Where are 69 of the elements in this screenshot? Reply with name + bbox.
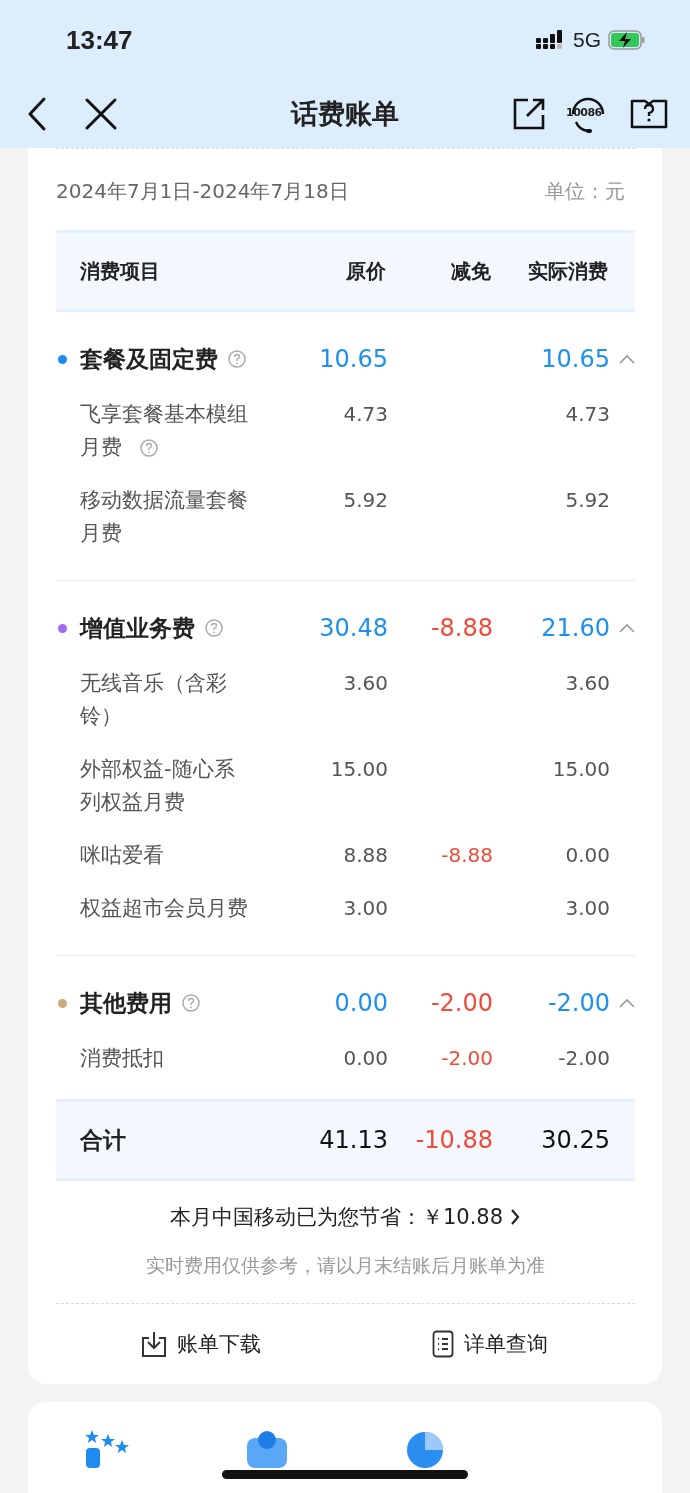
detail-query-button[interactable]: 详单查询: [345, 1330, 635, 1358]
total-actual: 30.25: [540, 1125, 610, 1156]
unit-label: 单位：元: [545, 177, 626, 205]
download-bill-button[interactable]: 账单下载: [56, 1330, 346, 1358]
original-price: 0.00: [342, 1045, 388, 1072]
savings-link[interactable]: 本月中国移动已为您节省：￥10.88: [169, 1203, 522, 1231]
discount-amount: -8.88: [440, 842, 493, 869]
actual-amount: 0.00: [564, 842, 610, 869]
column-header: 实际消费: [527, 257, 609, 285]
stars-people-icon: [84, 1428, 130, 1468]
category-title: 其他费用: [80, 988, 172, 1018]
actual-amount: 5.92: [564, 487, 610, 514]
category-title: 套餐及固定费: [80, 344, 218, 374]
column-header: 原价: [345, 257, 387, 285]
list-document-icon: [432, 1330, 455, 1358]
column-header: 消费项目: [80, 257, 161, 285]
close-icon[interactable]: [84, 97, 118, 131]
total-discount: -10.88: [414, 1125, 493, 1156]
discount-amount: -2.00: [429, 988, 493, 1019]
fee-item-name: 外部权益-随心系列权益月费: [80, 756, 236, 816]
original-price: 3.60: [342, 670, 388, 697]
help-icon[interactable]: [228, 350, 246, 368]
actual-amount: 15.00: [551, 756, 610, 783]
actual-amount: 21.60: [540, 613, 610, 644]
fee-item-name: 无线音乐（含彩铃）: [80, 670, 228, 730]
original-price: 4.73: [342, 401, 388, 428]
original-price: 8.88: [342, 842, 388, 869]
total-original: 41.13: [318, 1125, 388, 1156]
back-icon[interactable]: [26, 96, 48, 132]
actual-amount: 4.73: [564, 401, 610, 428]
bill-period: 2024年7月1日-2024年7月18日: [56, 177, 349, 205]
original-price: 3.00: [342, 895, 388, 922]
collapse-icon[interactable]: [619, 354, 635, 364]
disclaimer-text: 实时费用仅供参考，请以月末结账后月账单为准: [145, 1253, 546, 1278]
collapse-icon[interactable]: [619, 623, 635, 633]
original-price: 15.00: [329, 756, 388, 783]
network-label: 5G: [573, 28, 601, 52]
fee-item-name: 权益超市会员月费: [80, 895, 249, 922]
column-header: 减免: [450, 257, 492, 285]
original-price: 5.92: [342, 487, 388, 514]
category-title: 增值业务费: [80, 613, 195, 643]
status-time: 13:47: [66, 24, 133, 56]
fee-item-name: 消费抵扣: [80, 1045, 165, 1072]
discount-amount: -8.88: [429, 613, 493, 644]
download-icon: [140, 1330, 167, 1358]
actual-amount: -2.00: [546, 988, 610, 1019]
actual-amount: 10.65: [540, 344, 610, 375]
help-book-icon[interactable]: [630, 98, 668, 130]
discount-amount: -2.00: [440, 1045, 493, 1072]
share-icon[interactable]: [512, 97, 546, 131]
app-icon: [244, 1428, 290, 1468]
original-price: 0.00: [333, 988, 388, 1019]
fee-item-name: 咪咕爱看: [80, 842, 165, 869]
fee-item-name: 移动数据流量套餐月费: [80, 487, 249, 547]
customer-service-button[interactable]: 10086: [568, 94, 608, 134]
collapse-icon[interactable]: [619, 998, 635, 1008]
help-icon[interactable]: [140, 439, 158, 457]
actual-amount: 3.00: [564, 895, 610, 922]
fee-item-name: 飞享套餐基本模组月费: [80, 401, 249, 461]
actual-amount: -2.00: [557, 1045, 610, 1072]
actual-amount: 3.60: [564, 670, 610, 697]
chevron-right-icon: [509, 1208, 522, 1226]
help-icon[interactable]: [182, 994, 200, 1012]
original-price: 30.48: [318, 613, 388, 644]
original-price: 10.65: [318, 344, 388, 375]
total-label: 合计: [80, 1125, 127, 1155]
battery-charging-icon: [608, 30, 646, 50]
help-icon[interactable]: [205, 619, 223, 637]
page-title: 话费账单: [291, 97, 399, 131]
